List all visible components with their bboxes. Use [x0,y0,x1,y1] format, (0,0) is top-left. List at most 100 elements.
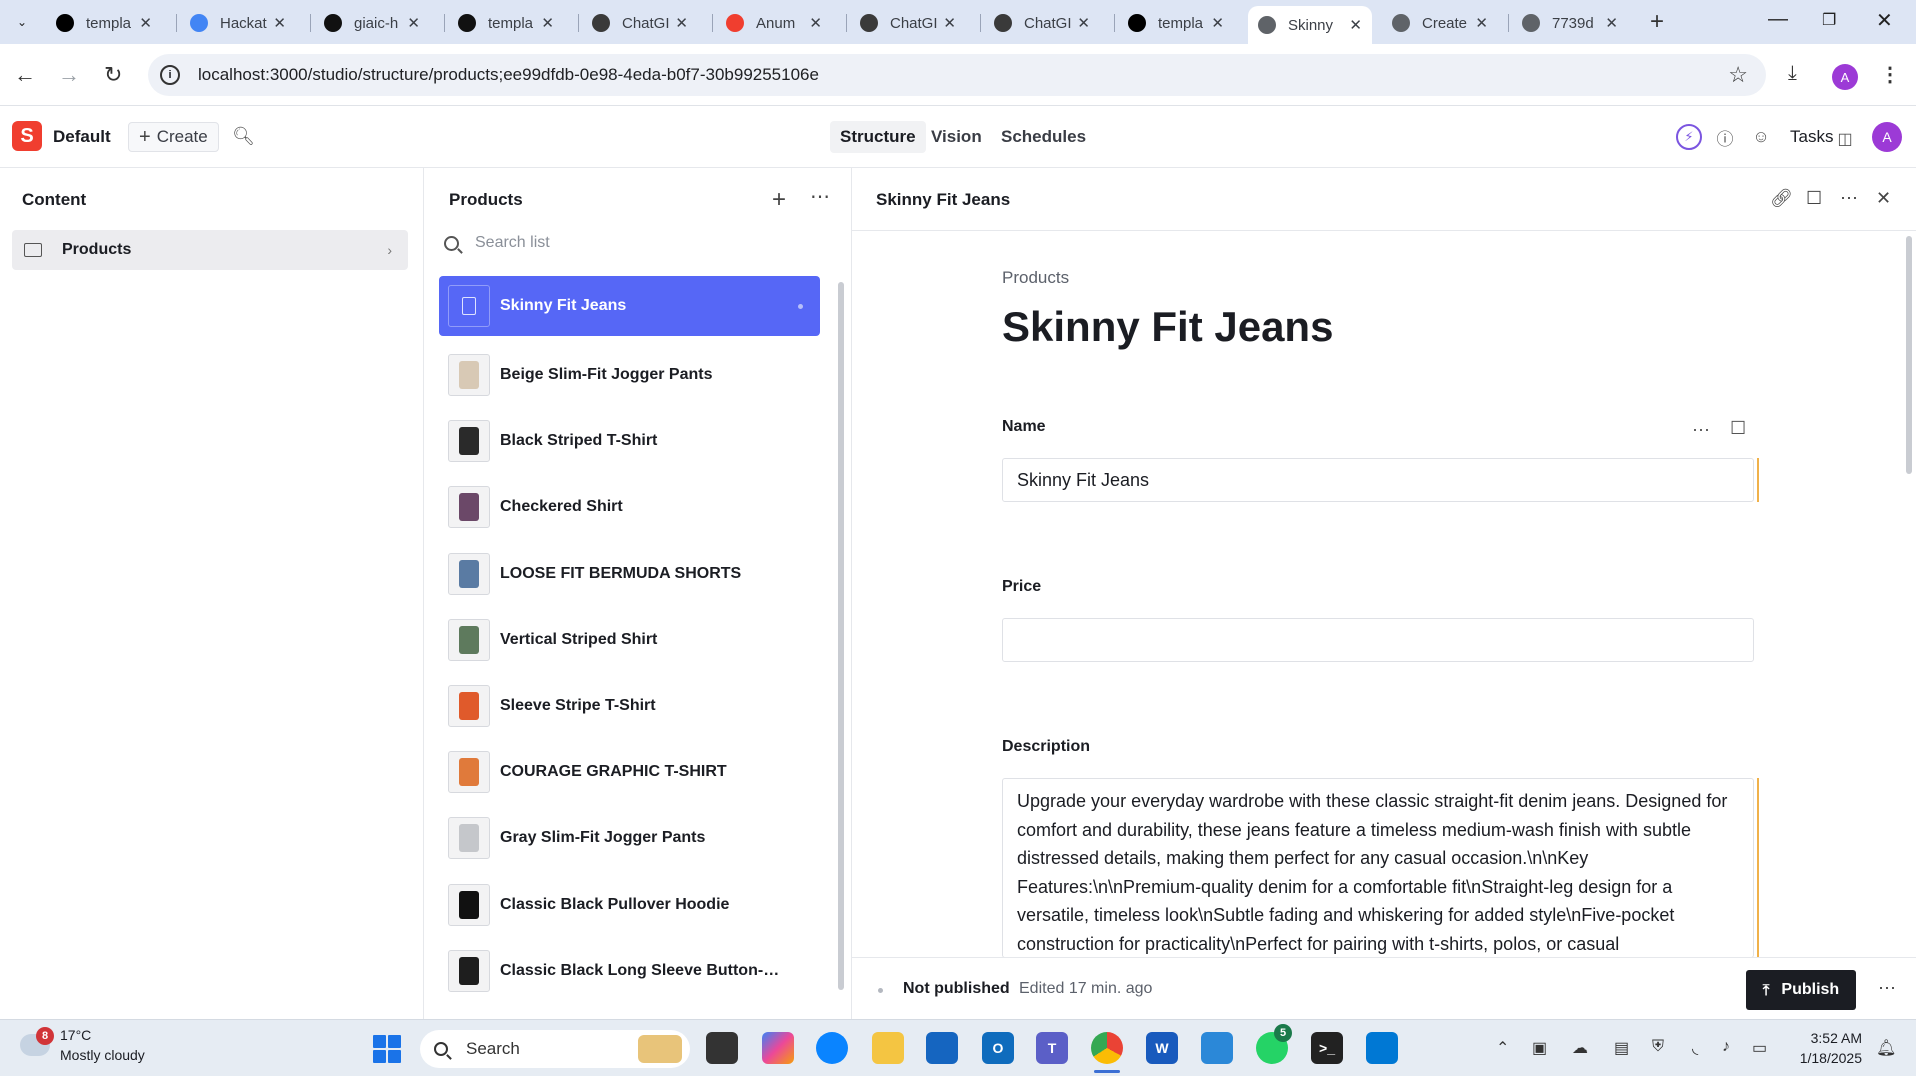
list-item[interactable]: Classic Black Pullover Hoodie [439,872,820,938]
bookmark-star-icon[interactable]: ☆ [1728,62,1748,88]
create-button[interactable]: + Create [128,122,219,152]
document-menu-icon[interactable]: ⋯ [1840,188,1859,209]
browser-tab[interactable]: ChatGI ✕ [582,6,698,40]
tab-close-icon[interactable]: ✕ [1605,14,1618,32]
notepad-icon[interactable] [1201,1032,1233,1064]
tab-close-icon[interactable]: ✕ [1211,14,1224,32]
store-icon[interactable] [926,1032,958,1064]
browser-tab[interactable]: giaic-h ✕ [314,6,430,40]
teams-icon[interactable]: T [1036,1032,1068,1064]
tray-device-icon[interactable]: ▤ [1614,1038,1629,1058]
tab-close-icon[interactable]: ✕ [943,14,956,32]
chrome-icon[interactable] [1091,1032,1123,1064]
list-item[interactable]: LOOSE FIT BERMUDA SHORTS [439,541,820,607]
list-item[interactable]: Vertical Striped Shirt [439,607,820,673]
tab-close-icon[interactable]: ✕ [1349,16,1362,34]
wifi-icon[interactable]: ◟ [1692,1038,1698,1058]
browser-tab[interactable]: Create ✕ [1382,6,1498,40]
add-comment-icon[interactable]: ☐ [1730,418,1746,439]
windows-start-icon[interactable] [373,1035,401,1063]
comment-icon[interactable]: ☐ [1806,188,1822,209]
terminal-icon[interactable]: >_ [1311,1032,1343,1064]
list-item[interactable]: Classic Black Long Sleeve Button-Do... [439,938,820,1004]
volume-icon[interactable]: ♪ [1722,1038,1730,1056]
onedrive-icon[interactable]: ☁ [1572,1038,1588,1058]
publish-button[interactable]: ⤒ Publish [1746,970,1856,1010]
browser-tab[interactable]: ChatGI ✕ [850,6,966,40]
list-item[interactable]: Skinny Fit Jeans [439,276,820,336]
browser-menu-icon[interactable]: ⋮ [1880,62,1900,87]
search-list-input[interactable] [475,234,775,252]
url-text[interactable]: localhost:3000/studio/structure/products… [198,65,819,85]
price-field[interactable] [1002,618,1754,662]
list-scrollbar[interactable] [838,282,844,990]
sanity-logo[interactable]: S [12,121,42,151]
tab-close-icon[interactable]: ✕ [139,14,152,32]
notification-bell-icon[interactable]: 🔔︎ [1876,1038,1896,1058]
temperature[interactable]: 17°C [60,1027,91,1043]
tab-search-chevron-icon[interactable]: ⌄ [10,10,34,34]
help-icon[interactable]: ⓘ [1712,124,1738,150]
tab-close-icon[interactable]: ✕ [407,14,420,32]
more-options-icon[interactable]: ⋯ [810,184,831,209]
list-item[interactable]: Gray Slim-Fit Jogger Pants [439,805,820,871]
word-icon[interactable]: W [1146,1032,1178,1064]
tab-close-icon[interactable]: ✕ [541,14,554,32]
minimize-icon[interactable]: — [1768,8,1788,31]
battery-icon[interactable]: ▭ [1752,1038,1767,1058]
tray-chevron-icon[interactable]: ⌃ [1496,1038,1509,1058]
file-explorer-icon[interactable] [872,1032,904,1064]
vscode-icon[interactable] [1366,1032,1398,1064]
outlook-icon[interactable]: O [982,1032,1014,1064]
browser-tab[interactable]: Skinny ✕ [1248,6,1372,44]
panel-toggle-icon[interactable]: ◫ [1832,126,1858,152]
address-bar[interactable]: i localhost:3000/studio/structure/produc… [148,54,1766,96]
browser-tab[interactable]: Hackat ✕ [180,6,296,40]
workspace-name[interactable]: Default [53,127,111,147]
tray-app-icon[interactable]: ▣ [1532,1038,1547,1058]
add-document-icon[interactable]: + [772,186,786,214]
search-icon[interactable]: 🔍︎ [232,126,255,147]
system-clock[interactable]: 3:52 AM 1/18/2025 [1790,1028,1862,1068]
task-view-icon[interactable] [706,1032,738,1064]
tab-schedules[interactable]: Schedules [991,121,1096,153]
breadcrumb[interactable]: Products [1002,268,1069,288]
list-item[interactable]: Beige Slim-Fit Jogger Pants [439,342,820,408]
tab-vision[interactable]: Vision [921,121,992,153]
download-icon[interactable]: ⤓ [1788,62,1797,85]
name-field[interactable]: Skinny Fit Jeans [1002,458,1754,502]
list-item[interactable]: Checkered Shirt [439,474,820,540]
copilot-icon[interactable] [762,1032,794,1064]
tasks-button[interactable]: Tasks [1790,127,1833,147]
back-icon[interactable]: ← [14,62,36,88]
site-info-icon[interactable]: i [160,65,180,85]
tab-close-icon[interactable]: ✕ [675,14,688,32]
tab-close-icon[interactable]: ✕ [1077,14,1090,32]
edge-icon[interactable] [816,1032,848,1064]
list-item[interactable]: Sleeve Stripe T-Shirt [439,673,820,739]
tab-close-icon[interactable]: ✕ [1475,14,1488,32]
browser-profile-avatar[interactable]: A [1832,64,1858,90]
user-avatar[interactable]: A [1872,122,1902,152]
new-tab-button[interactable]: + [1650,8,1664,36]
link-icon[interactable]: 🔗︎ [1770,188,1793,209]
field-actions-icon[interactable]: ⋯ [1692,420,1711,441]
close-pane-icon[interactable]: ✕ [1876,188,1891,209]
list-item[interactable]: Black Striped T-Shirt [439,408,820,474]
reload-icon[interactable]: ↻ [104,62,122,88]
people-icon[interactable]: ☺ [1748,124,1774,150]
content-item-products[interactable]: Products › [12,230,408,270]
browser-tab[interactable]: templa ✕ [1118,6,1234,40]
description-field[interactable]: Upgrade your everyday wardrobe with thes… [1002,778,1754,958]
security-shield-icon[interactable]: ⛨ [1652,1038,1664,1056]
close-window-icon[interactable]: ✕ [1876,8,1893,33]
bolt-icon[interactable]: ⚡︎ [1676,124,1702,150]
tab-structure[interactable]: Structure [830,121,926,153]
browser-tab[interactable]: Anum ✕ [716,6,832,40]
tab-close-icon[interactable]: ✕ [273,14,286,32]
browser-tab[interactable]: ChatGI ✕ [984,6,1100,40]
browser-tab[interactable]: templa ✕ [46,6,162,40]
restore-icon[interactable]: ❐ [1822,10,1836,30]
document-scrollbar[interactable] [1906,236,1912,474]
list-item[interactable]: COURAGE GRAPHIC T-SHIRT [439,739,820,805]
